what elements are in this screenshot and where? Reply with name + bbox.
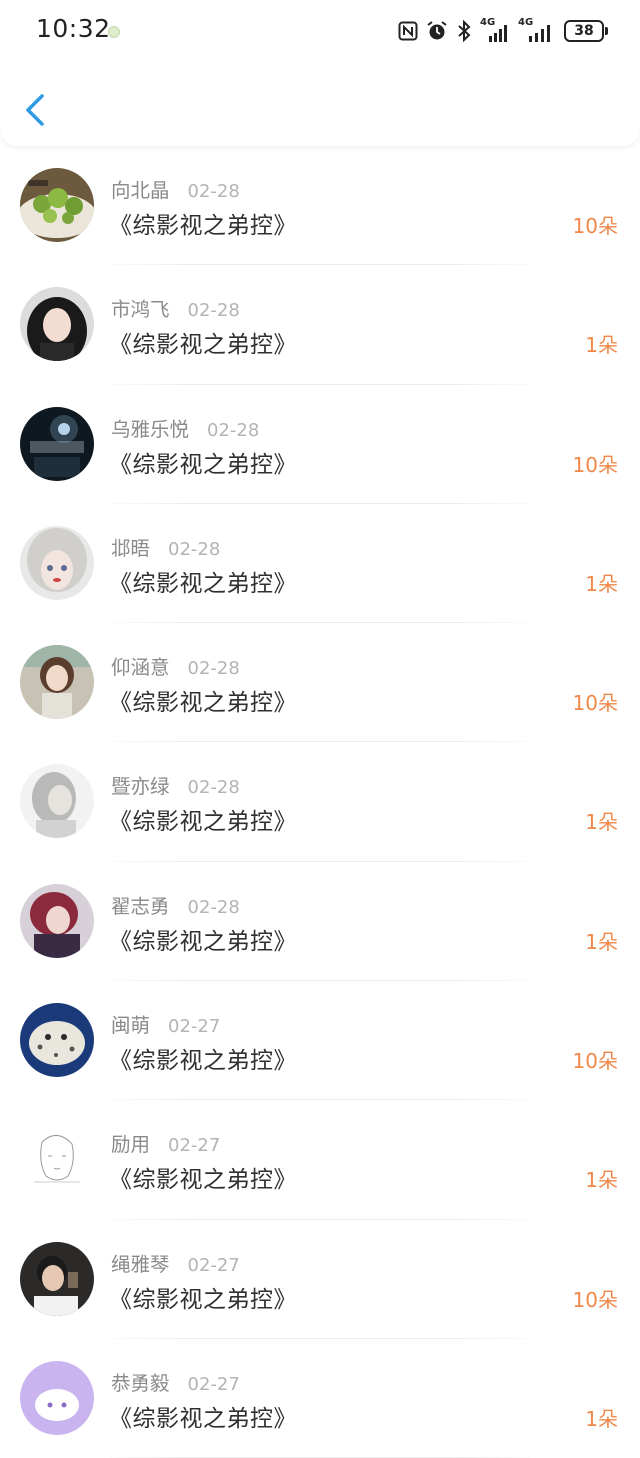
user-name: 邶晤 bbox=[111, 536, 151, 560]
notification-dot-icon bbox=[108, 26, 120, 38]
gift-amount: 10朵 bbox=[572, 214, 618, 238]
user-name: 励用 bbox=[111, 1133, 151, 1157]
top-header: 10:32 4G 4G 38 bbox=[0, 0, 640, 146]
gift-amount: 1朵 bbox=[585, 1168, 618, 1193]
row-meta: 邶晤 02-28 bbox=[111, 532, 220, 561]
list-item-1[interactable]: 向北晶 02-28 《综影视之弟控》 10朵 bbox=[0, 146, 640, 266]
book-title: 《综影视之弟控》 bbox=[109, 1405, 297, 1432]
alarm-icon bbox=[427, 21, 447, 40]
row-meta: 励用 02-27 bbox=[111, 1128, 220, 1157]
list-item-4[interactable]: 邶晤 02-28 《综影视之弟控》 1朵 bbox=[0, 504, 640, 624]
gift-amount: 1朵 bbox=[585, 810, 618, 835]
signal-icon-1: 4G bbox=[480, 17, 510, 42]
row-meta: 翟志勇 02-28 bbox=[111, 890, 240, 919]
book-title: 《综影视之弟控》 bbox=[109, 451, 297, 478]
list-item-3[interactable]: 乌雅乐悦 02-28 《综影视之弟控》 10朵 bbox=[0, 385, 640, 504]
book-title: 《综影视之弟控》 bbox=[109, 1286, 297, 1313]
gift-date: 02-28 bbox=[187, 658, 240, 680]
user-name: 闽萌 bbox=[111, 1014, 151, 1038]
list-item-9[interactable]: 励用 02-27 《综影视之弟控》 1朵 bbox=[0, 1100, 640, 1220]
avatar-girl-portrait[interactable] bbox=[20, 287, 94, 362]
gift-amount: 1朵 bbox=[585, 571, 618, 596]
battery-icon: 38 bbox=[564, 20, 608, 42]
gift-date: 02-27 bbox=[187, 1254, 240, 1276]
book-title: 《综影视之弟控》 bbox=[109, 1048, 297, 1075]
avatar-doll-face[interactable] bbox=[20, 525, 94, 600]
book-title: 《综影视之弟控》 bbox=[109, 1167, 297, 1194]
user-name: 乌雅乐悦 bbox=[111, 417, 190, 441]
list-item-11[interactable]: 恭勇毅 02-27 《综影视之弟控》 1朵 bbox=[0, 1339, 640, 1458]
avatar-line-sketch[interactable] bbox=[20, 1122, 94, 1197]
gift-date: 02-27 bbox=[187, 1373, 240, 1395]
gift-date: 02-28 bbox=[187, 896, 240, 918]
row-meta: 乌雅乐悦 02-28 bbox=[111, 413, 259, 442]
book-title: 《综影视之弟控》 bbox=[109, 690, 297, 717]
chevron-left-icon bbox=[26, 94, 44, 126]
bluetooth-icon bbox=[458, 20, 471, 42]
user-name: 翟志勇 bbox=[111, 894, 170, 918]
gift-amount: 10朵 bbox=[572, 452, 618, 477]
avatar-food-photo[interactable] bbox=[20, 168, 94, 242]
list-item-10[interactable]: 绳雅琴 02-27 《综影视之弟控》 10朵 bbox=[0, 1220, 640, 1339]
row-meta: 向北晶 02-28 bbox=[111, 174, 240, 203]
user-name: 市鸿飞 bbox=[111, 298, 170, 322]
avatar-street-girl[interactable] bbox=[20, 645, 94, 720]
gift-amount: 10朵 bbox=[572, 1287, 618, 1312]
list-item-8[interactable]: 闽萌 02-27 《综影视之弟控》 10朵 bbox=[0, 981, 640, 1101]
gift-amount: 10朵 bbox=[572, 691, 618, 716]
user-name: 绳雅琴 bbox=[111, 1252, 170, 1276]
list-item-7[interactable]: 翟志勇 02-28 《综影视之弟控》 1朵 bbox=[0, 862, 640, 982]
gift-amount: 10朵 bbox=[572, 1049, 618, 1074]
gift-date: 02-28 bbox=[187, 777, 240, 799]
signal-icon-2: 4G bbox=[518, 17, 556, 42]
row-meta: 暨亦绿 02-28 bbox=[111, 770, 240, 799]
gift-amount: 1朵 bbox=[585, 1406, 618, 1431]
book-title: 《综影视之弟控》 bbox=[109, 332, 297, 359]
nfc-icon bbox=[398, 21, 418, 41]
user-name: 仰涵意 bbox=[111, 656, 170, 680]
back-button[interactable] bbox=[18, 90, 54, 130]
list-item-2[interactable]: 市鸿飞 02-28 《综影视之弟控》 1朵 bbox=[0, 265, 640, 385]
avatar-dark-night-art[interactable] bbox=[20, 406, 94, 481]
avatar-snow-leopard[interactable] bbox=[20, 1003, 94, 1078]
status-icons: 4G 4G 38 bbox=[398, 16, 608, 46]
gift-amount: 1朵 bbox=[585, 929, 618, 954]
avatar-boy-portrait[interactable] bbox=[20, 1241, 94, 1316]
row-meta: 市鸿飞 02-28 bbox=[111, 293, 240, 322]
avatar-faded-portrait[interactable] bbox=[20, 764, 94, 839]
gift-date: 02-27 bbox=[168, 1135, 221, 1157]
avatar-purple-cartoon[interactable] bbox=[20, 1360, 94, 1435]
gift-list: 向北晶 02-28 《综影视之弟控》 10朵 市鸿飞 02-28 《综影视之弟控》 … bbox=[0, 146, 640, 1458]
status-bar: 10:32 4G 4G 38 bbox=[0, 0, 640, 62]
user-name: 暨亦绿 bbox=[111, 775, 170, 799]
gift-date: 02-27 bbox=[168, 1016, 221, 1038]
gift-amount: 1朵 bbox=[585, 333, 618, 358]
user-name: 恭勇毅 bbox=[111, 1371, 170, 1395]
list-item-5[interactable]: 仰涵意 02-28 《综影视之弟控》 10朵 bbox=[0, 623, 640, 743]
status-time: 10:32 bbox=[36, 14, 111, 43]
gift-date: 02-28 bbox=[207, 419, 260, 441]
row-meta: 恭勇毅 02-27 bbox=[111, 1367, 240, 1396]
list-item-6[interactable]: 暨亦绿 02-28 《综影视之弟控》 1朵 bbox=[0, 742, 640, 862]
avatar-red-hair-girl[interactable] bbox=[20, 883, 94, 958]
row-meta: 闽萌 02-27 bbox=[111, 1009, 220, 1038]
book-title: 《综影视之弟控》 bbox=[109, 928, 297, 955]
gift-date: 02-28 bbox=[187, 181, 240, 202]
gift-date: 02-28 bbox=[168, 538, 221, 560]
book-title: 《综影视之弟控》 bbox=[109, 570, 297, 597]
gift-date: 02-28 bbox=[187, 300, 240, 322]
book-title: 《综影视之弟控》 bbox=[109, 213, 297, 239]
row-meta: 绳雅琴 02-27 bbox=[111, 1248, 240, 1277]
book-title: 《综影视之弟控》 bbox=[109, 809, 297, 836]
row-meta: 仰涵意 02-28 bbox=[111, 651, 240, 680]
user-name: 向北晶 bbox=[111, 179, 170, 202]
